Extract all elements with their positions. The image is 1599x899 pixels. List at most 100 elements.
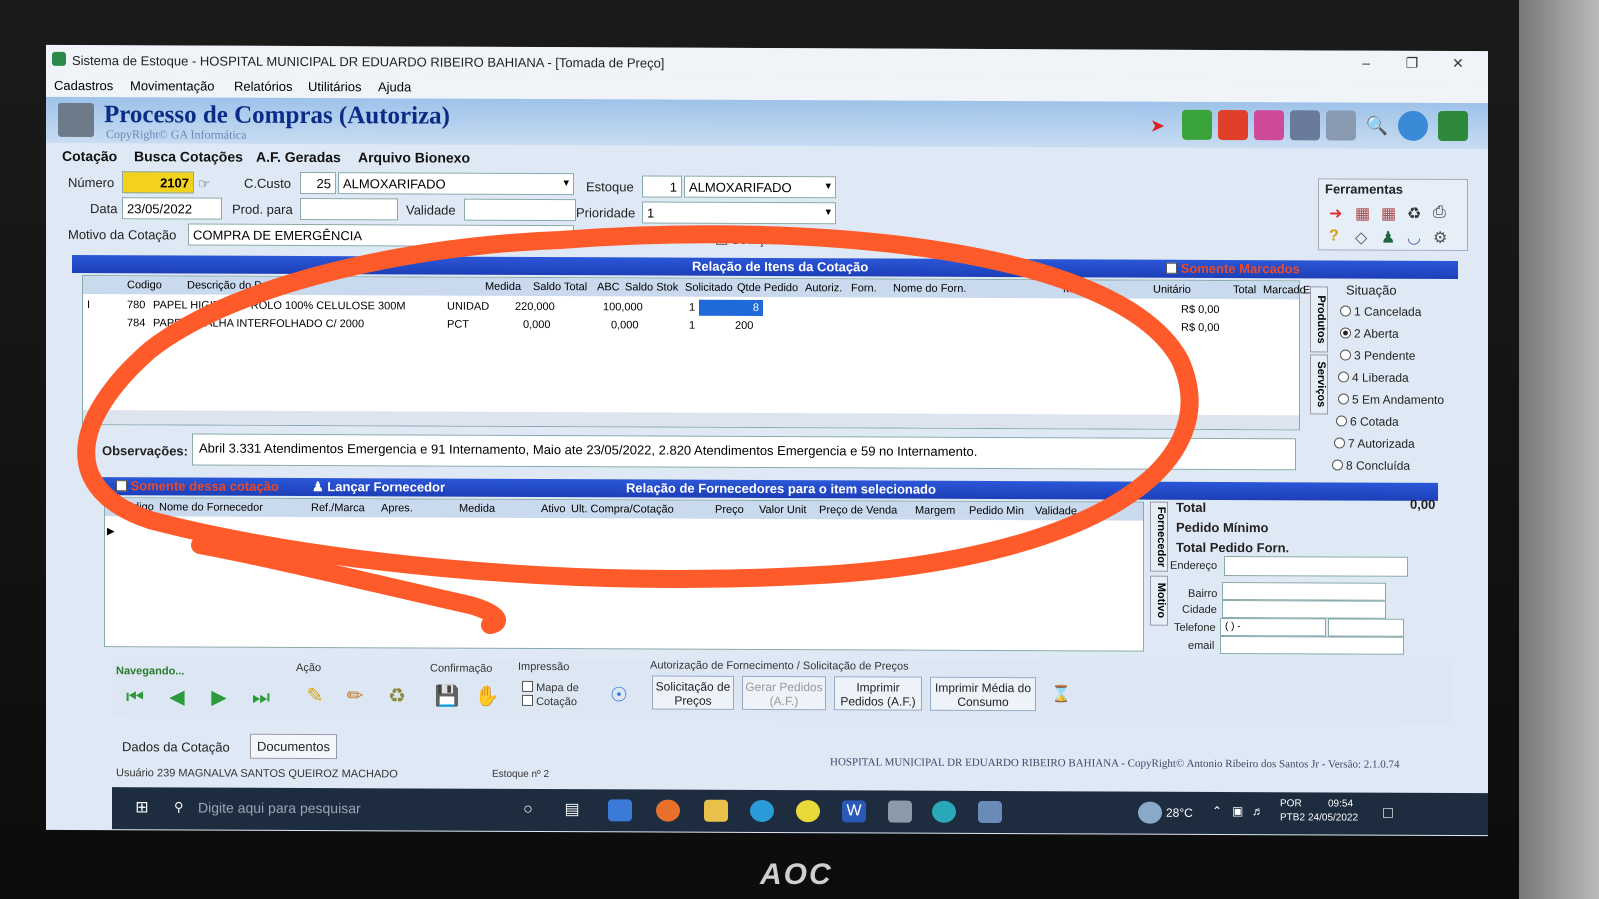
search-icon[interactable]: 🔍 (1362, 111, 1392, 141)
email-field[interactable] (1220, 635, 1404, 655)
weather-icon[interactable] (1138, 801, 1162, 824)
radio-pendente[interactable]: 3 Pendente (1340, 349, 1415, 363)
menu-utilitarios[interactable]: Utilitários (308, 79, 361, 94)
edit-pencil-icon[interactable]: ✏ (340, 682, 370, 710)
tab-arquivo-bionexo[interactable]: Arquivo Bionexo (358, 149, 470, 165)
network-icon[interactable] (1254, 110, 1284, 141)
clock-time[interactable]: 09:54 (1328, 798, 1353, 809)
estoque-code-field[interactable]: 1 (642, 175, 682, 198)
col-ult-compra[interactable]: Ult. Compra/Cotação (571, 503, 674, 515)
col-qtde-pedido[interactable]: Qtde Pedido (737, 282, 798, 294)
col-preco[interactable]: Preço (715, 504, 744, 516)
calculator-icon[interactable] (608, 799, 632, 822)
imprimir-media-button[interactable]: Imprimir Média do Consumo (930, 676, 1036, 712)
grid-icon[interactable]: ▦ (1381, 204, 1396, 224)
hourglass-icon[interactable]: ⌛ (1046, 681, 1076, 709)
col-total[interactable]: Total (1233, 284, 1256, 296)
radio-circle[interactable] (1332, 459, 1343, 471)
first-record-icon[interactable]: ⏮ (120, 683, 150, 711)
radio-aberta[interactable]: 2 Aberta (1340, 327, 1399, 341)
col-marcado[interactable]: Marcado (1263, 284, 1306, 296)
somente-marcados-checkbox[interactable]: Somente Marcados (1166, 261, 1300, 276)
delete-basket-icon[interactable]: ♻ (382, 682, 412, 710)
somente-marcados-check[interactable] (1166, 262, 1177, 274)
encerrada-checkbox[interactable]: Cotação Encerrada (716, 232, 843, 247)
clock-date[interactable]: 24/05/2022 (1308, 812, 1358, 823)
col-nome-fornecedor[interactable]: Nome do Fornecedor (159, 501, 263, 513)
settings-icon[interactable]: ⚙ (1433, 228, 1447, 248)
chevron-down-icon[interactable]: ▾ (825, 205, 831, 218)
col-margem[interactable]: Margem (915, 505, 955, 517)
col-nome-forn[interactable]: Nome do Forn. (893, 283, 966, 295)
cell-qtde-pedido[interactable]: 200 (735, 320, 753, 332)
estoque-app-icon[interactable] (932, 800, 956, 823)
last-record-icon[interactable]: ⏭ (246, 684, 276, 712)
cart-check-icon[interactable] (1182, 109, 1212, 140)
menu-relatorios[interactable]: Relatórios (234, 79, 293, 94)
chrome-icon[interactable] (796, 800, 820, 823)
data-field[interactable]: 23/05/2022 (122, 197, 222, 220)
col-saldo-stok[interactable]: Saldo Stok (625, 281, 678, 293)
observacoes-field[interactable]: Abril 3.331 Atendimentos Emergencia e 91… (192, 433, 1296, 471)
prodpara-field[interactable] (300, 197, 398, 221)
col-apres[interactable]: Apres. (381, 502, 413, 514)
col-descricao[interactable]: Descrição do Produto (187, 279, 293, 291)
chevron-up-icon[interactable]: ⌃ (1212, 804, 1222, 818)
tab-motivo[interactable]: Motivo (1150, 575, 1168, 626)
tools-icon[interactable] (1326, 110, 1356, 141)
telefone-field[interactable]: ( ) - (1220, 617, 1326, 637)
taskbar-search-input[interactable]: Digite aqui para pesquisar (198, 800, 361, 817)
file-explorer-icon[interactable] (704, 799, 728, 822)
bottle-icon[interactable]: ◡ (1407, 228, 1421, 248)
tab-af-geradas[interactable]: A.F. Geradas (256, 149, 341, 165)
telefone-extra-field[interactable] (1328, 618, 1404, 637)
mapa-check[interactable] (522, 680, 533, 692)
solicitacao-precos-button[interactable]: Solicitação de Preços (652, 675, 734, 710)
prioridade-select[interactable]: 1 ▾ (642, 201, 836, 225)
imprimir-pedidos-button[interactable]: Imprimir Pedidos (A.F.) (834, 676, 922, 711)
validade-field[interactable] (464, 198, 576, 222)
col-medida[interactable]: Medida (485, 281, 521, 293)
windows-start-icon[interactable]: ⊞ (130, 797, 154, 819)
motivo-field[interactable]: COMPRA DE EMERGÊNCIA (188, 223, 574, 248)
chevron-down-icon[interactable]: ▾ (563, 176, 569, 189)
col-unitario[interactable]: Unitário (1153, 284, 1191, 296)
col-preco-venda[interactable]: Preço de Venda (819, 504, 897, 516)
bairro-field[interactable] (1222, 581, 1386, 601)
gerar-pedidos-button[interactable]: Gerar Pedidos (A.F.) (742, 675, 826, 711)
close-button[interactable]: ✕ (1438, 55, 1478, 77)
cotacao-checkbox[interactable]: Cotação (522, 694, 577, 708)
help-icon[interactable]: ? (1329, 227, 1339, 245)
globe-icon[interactable] (1398, 110, 1428, 141)
print-globe-icon[interactable]: ☉ (604, 681, 634, 709)
lancar-fornecedor-button[interactable]: ♟ Lançar Fornecedor (312, 479, 445, 496)
radio-autorizada[interactable]: 7 Autorizada (1334, 436, 1415, 451)
col-codigo[interactable]: Codigo (127, 279, 162, 291)
encerrada-check[interactable] (716, 233, 727, 245)
word-icon[interactable]: W (842, 800, 866, 823)
col-abc[interactable]: ABC (597, 281, 620, 293)
eraser-icon[interactable]: ◇ (1355, 228, 1367, 248)
taskbar-search-icon[interactable]: ⚲ (174, 799, 184, 815)
task-view-icon[interactable]: ▤ (560, 799, 584, 821)
table-icon[interactable]: ▦ (1355, 204, 1370, 224)
tab-dados-cotacao[interactable]: Dados da Cotação (122, 739, 230, 754)
col-marca[interactable]: Marca (1063, 283, 1094, 295)
network-icon[interactable]: ▣ (1232, 804, 1243, 818)
new-document-icon[interactable]: ✎ (300, 682, 330, 710)
radio-circle[interactable] (1340, 305, 1351, 317)
tab-produtos[interactable]: Produtos (1310, 286, 1328, 353)
tab-cotacao[interactable]: Cotação (62, 148, 117, 164)
menu-movimentacao[interactable]: Movimentação (130, 78, 215, 93)
col-medida[interactable]: Medida (459, 503, 495, 515)
somente-cotacao-checkbox[interactable]: Somente dessa cotação (116, 478, 279, 494)
horizontal-scrollbar[interactable] (83, 410, 1299, 430)
cotacao-check[interactable] (522, 694, 533, 706)
ccusto-name-select[interactable]: ALMOXARIFADO ▾ (338, 172, 574, 196)
col-forn[interactable]: Forn. (851, 282, 877, 294)
save-disk-icon[interactable]: 💾 (432, 683, 462, 711)
restore-button[interactable]: ❐ (1392, 55, 1432, 77)
speaker-icon[interactable]: ♬ (1252, 804, 1264, 818)
shopping-cart-icon[interactable] (1218, 109, 1248, 141)
tab-fornecedor[interactable]: Fornecedor (1150, 501, 1168, 572)
